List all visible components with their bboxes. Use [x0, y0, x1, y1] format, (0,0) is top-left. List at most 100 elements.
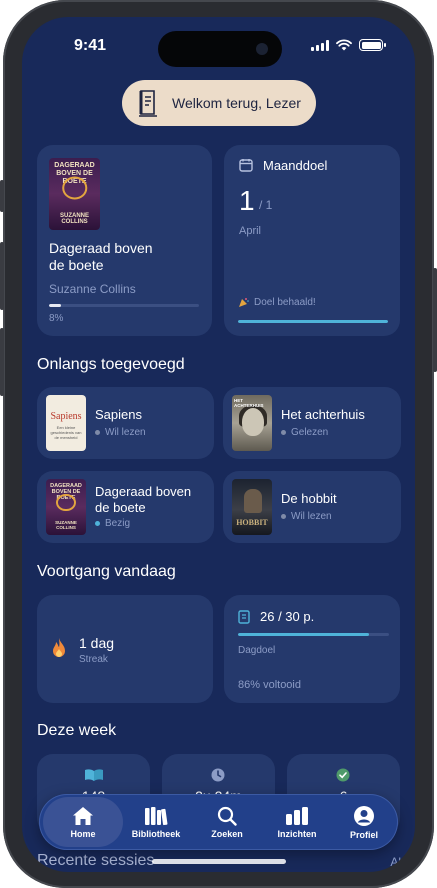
wifi-icon: [336, 39, 352, 51]
monthly-goal-count: 1: [239, 185, 255, 216]
recent-book-card[interactable]: HET ACHTERHUIS Het achterhuis Gelezen: [223, 387, 401, 459]
monthly-goal-progress-fill: [238, 320, 388, 323]
status-text: Gelezen: [291, 427, 329, 438]
cellular-signal-icon: [311, 39, 329, 51]
welcome-banner: Welkom terug, Lezer: [122, 80, 316, 126]
book-title: Dageraad boven de boete: [49, 240, 153, 273]
daily-goal-progress-fill: [238, 633, 370, 636]
cover-ornament: [61, 176, 88, 200]
status-time: 9:41: [74, 37, 107, 54]
daily-goal-completed: 86% voltooid: [238, 679, 301, 691]
book-author: Suzanne Collins: [49, 282, 136, 296]
cover-author: SUZANNE COLLINS: [59, 213, 89, 225]
week-heading: Deze week: [37, 722, 117, 739]
recent-book-title: Het achterhuis: [281, 407, 365, 422]
monthly-goal-month: April: [239, 225, 262, 237]
status-dot: [95, 430, 100, 435]
calendar-icon: [239, 159, 253, 172]
cover-portrait-face: [242, 408, 264, 436]
profile-icon: [354, 805, 374, 826]
tab-label: Inzichten: [277, 828, 317, 839]
check-circle-icon: [336, 768, 350, 782]
tab-zoeken[interactable]: Zoeken: [194, 794, 260, 850]
volume-down-button: [0, 328, 4, 396]
status-text: Bezig: [105, 518, 131, 529]
tab-label: Bibliotheek: [131, 828, 181, 839]
home-icon: [73, 806, 93, 825]
recent-book-card[interactable]: Sapiens Een kleine geschiedenis van de m…: [37, 387, 214, 459]
tab-label: Profiel: [349, 829, 378, 840]
recent-book-title: Sapiens: [95, 407, 142, 422]
daily-pages-value: 26 / 30 p.: [260, 609, 315, 624]
recent-heading: Onlangs toegevoegd: [37, 356, 185, 373]
daily-goal-progress-bar: [238, 633, 389, 636]
monthly-goal-card[interactable]: Maanddoel 1 / 1 April Doel behaald!: [224, 145, 400, 336]
monthly-goal-label: Maanddoel: [263, 158, 328, 173]
dynamic-island: [158, 31, 282, 67]
daily-goal-card[interactable]: 26 / 30 p. Dagdoel 86% voltooid: [224, 595, 400, 703]
action-button: [0, 180, 4, 212]
today-heading: Voortgang vandaag: [37, 563, 176, 580]
reading-progress-label: 8%: [49, 313, 64, 324]
status-dot: [281, 430, 286, 435]
reading-progress-fill: [49, 304, 61, 307]
book-cover: HOBBIT: [232, 479, 272, 535]
recent-book-title: De hobbit: [281, 491, 337, 506]
daily-goal-label: Dagdoel: [238, 645, 276, 656]
streak-card[interactable]: 1 dag Streak: [37, 595, 213, 703]
book-cover: HET ACHTERHUIS: [232, 395, 272, 451]
status-text: Wil lezen: [105, 427, 146, 438]
cover-ornament: [56, 493, 76, 512]
sessions-see-all-link[interactable]: Al: [390, 855, 401, 869]
app-screen: 9:41 Welkom terug, Lezer DAGERAAD BOVEN …: [22, 17, 415, 872]
recent-book-status: Bezig: [95, 518, 130, 529]
book-cover: Sapiens Een kleine geschiedenis van de m…: [46, 395, 86, 451]
tab-profiel[interactable]: Profiel: [333, 794, 395, 850]
recent-book-card[interactable]: DAGERAAD BOVEN DE BOETE SUZANNE COLLINS …: [37, 471, 214, 543]
recent-book-status: Wil lezen: [95, 427, 146, 438]
sessions-heading: Recente sessies: [37, 852, 155, 869]
cover-title: Sapiens: [50, 411, 82, 422]
tab-label: Home: [70, 828, 96, 839]
book-cover: DAGERAAD BOVEN DE BOETE SUZANNE COLLINS: [46, 479, 86, 535]
goal-achieved-row: Doel behaald!: [238, 297, 316, 308]
search-icon: [217, 806, 237, 826]
recent-book-status: Gelezen: [281, 427, 328, 438]
status-dot: [95, 521, 100, 526]
monthly-goal-total: / 1: [259, 198, 273, 212]
status-text: Wil lezen: [291, 511, 332, 522]
monthly-goal-progress-bar: [238, 320, 388, 323]
reading-progress-bar: [49, 304, 199, 307]
cover-figure: [244, 489, 262, 513]
clock-icon: [211, 768, 225, 782]
book-icon: [238, 610, 250, 624]
book-cover: DAGERAAD BOVEN DE BOETE SUZANNE COLLINS: [49, 158, 100, 230]
cover-subtitle: Een kleine geschiedenis van de mensheid: [50, 425, 82, 440]
bar-chart-icon: [286, 806, 308, 825]
home-indicator: [152, 859, 286, 864]
streak-value: 1 dag: [79, 635, 115, 651]
goal-achieved-text: Doel behaald!: [254, 297, 316, 308]
camera-icon: [256, 43, 268, 55]
books-icon: [145, 806, 168, 825]
status-icons: [311, 39, 386, 51]
status-dot: [281, 514, 286, 519]
flame-icon: [53, 638, 65, 657]
battery-icon: [359, 39, 386, 51]
recent-book-card[interactable]: HOBBIT De hobbit Wil lezen: [223, 471, 401, 543]
tab-label: Zoeken: [211, 828, 243, 839]
tab-inzichten[interactable]: Inzichten: [261, 794, 333, 850]
welcome-text: Welkom terug, Lezer: [172, 95, 301, 111]
streak-label: Streak: [79, 654, 108, 665]
recent-book-status: Wil lezen: [281, 511, 332, 522]
cover-author: SUZANNE COLLINS: [55, 520, 77, 530]
cover-title: HET ACHTERHUIS: [234, 398, 264, 408]
tab-bibliotheek[interactable]: Bibliotheek: [120, 794, 192, 850]
recent-book-title: Dageraad boven de boete: [95, 484, 192, 515]
power-button: [433, 268, 437, 372]
tab-bar: Home Bibliotheek Zoeken Inzichten Profie…: [39, 794, 398, 850]
tab-home[interactable]: Home: [43, 797, 123, 847]
book-open-icon: [85, 769, 103, 781]
volume-up-button: [0, 242, 4, 310]
current-book-card[interactable]: DAGERAAD BOVEN DE BOETE SUZANNE COLLINS …: [37, 145, 212, 336]
